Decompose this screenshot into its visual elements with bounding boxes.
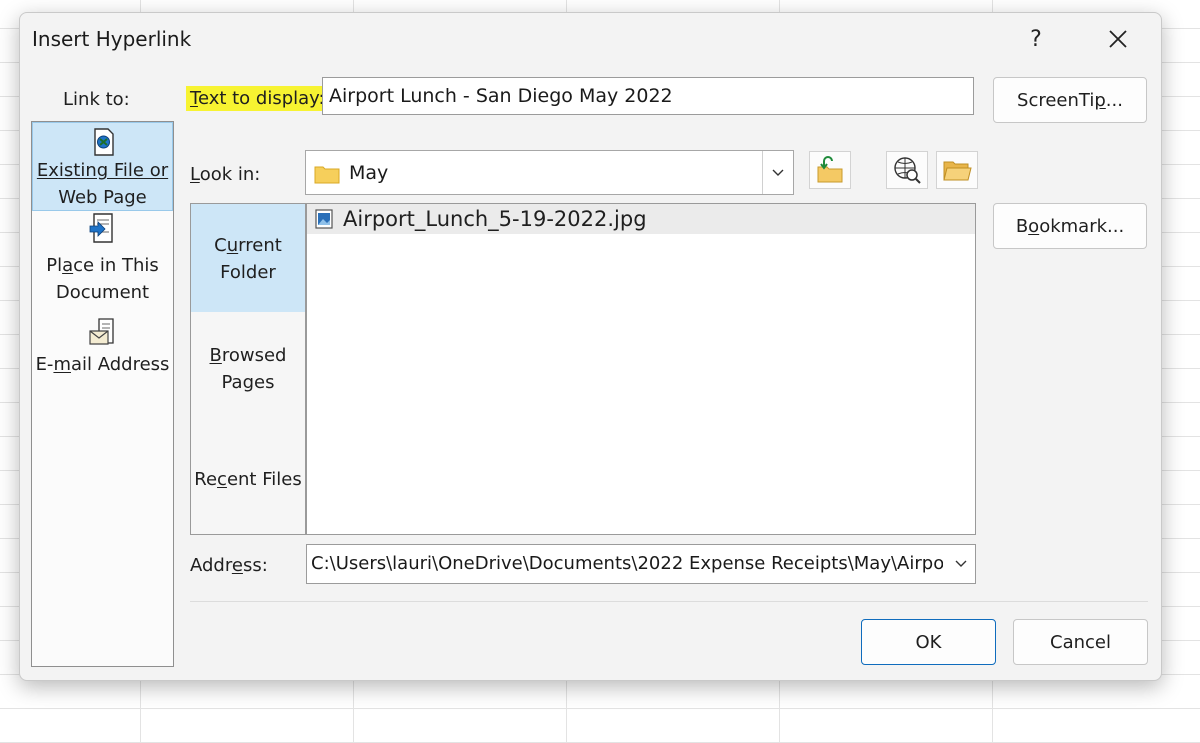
link-to-panel: Existing File or Web Page Place in This … xyxy=(31,121,174,667)
link-to-label: Link to: xyxy=(63,89,130,110)
text-to-display-label: Text to display: xyxy=(186,86,329,111)
browse-web-icon xyxy=(894,157,921,184)
screentip-button[interactable]: ScreenTi p... xyxy=(993,77,1147,123)
email-icon xyxy=(88,318,114,345)
file-list[interactable]: Airport_Lunch_5-19-2022.jpg xyxy=(306,203,976,535)
look-in-label: Look in: xyxy=(190,164,261,185)
chevron-down-icon xyxy=(955,560,967,567)
list-item[interactable]: Airport_Lunch_5-19-2022.jpg xyxy=(307,204,975,234)
close-icon xyxy=(1109,30,1127,48)
place-current-folder[interactable]: Current Folder xyxy=(191,204,305,312)
place-browsed-pages[interactable]: Browsed Pages xyxy=(191,342,305,396)
ok-button[interactable]: OK xyxy=(861,619,996,665)
address-label: Address: xyxy=(190,555,268,576)
browse-web-button[interactable] xyxy=(886,151,928,189)
chevron-down-icon xyxy=(772,169,784,176)
browse-file-icon xyxy=(943,161,972,181)
link-to-email-address[interactable]: E-mail Address xyxy=(32,317,173,387)
image-file-icon xyxy=(315,209,333,229)
cancel-button[interactable]: Cancel xyxy=(1013,619,1148,665)
link-to-place-in-document[interactable]: Place in This Document xyxy=(32,212,173,303)
bookmark-button[interactable]: Bo okmark... xyxy=(993,203,1147,249)
look-in-value: May xyxy=(349,162,389,184)
dialog-title: Insert Hyperlink xyxy=(32,27,192,51)
address-value: C:\Users\lauri\OneDrive\Documents\2022 E… xyxy=(311,553,943,574)
place-recent-files[interactable]: Recent Files xyxy=(191,466,305,493)
places-bar: Current Folder Browsed Pages Recent File… xyxy=(190,203,306,535)
address-field[interactable]: C:\Users\lauri\OneDrive\Documents\2022 E… xyxy=(306,544,976,584)
web-page-icon xyxy=(93,128,114,156)
document-place-icon xyxy=(89,213,113,243)
look-in-dropdown[interactable]: May xyxy=(305,150,794,195)
file-name: Airport_Lunch_5-19-2022.jpg xyxy=(343,207,647,231)
divider xyxy=(190,601,1148,602)
close-button[interactable] xyxy=(1094,19,1142,59)
insert-hyperlink-dialog: Insert Hyperlink ? Link to: Existing Fil… xyxy=(19,12,1162,681)
address-dropdown-arrow[interactable] xyxy=(947,545,975,583)
up-one-folder-button[interactable] xyxy=(809,151,851,189)
link-to-existing-file[interactable]: Existing File or Web Page xyxy=(32,122,173,211)
help-button[interactable]: ? xyxy=(1012,19,1060,59)
text-to-display-input[interactable]: Airport Lunch - San Diego May 2022 xyxy=(322,77,974,115)
up-folder-icon xyxy=(817,156,843,183)
look-in-dropdown-arrow[interactable] xyxy=(762,151,793,194)
browse-file-button[interactable] xyxy=(936,151,978,189)
folder-icon xyxy=(314,166,340,184)
